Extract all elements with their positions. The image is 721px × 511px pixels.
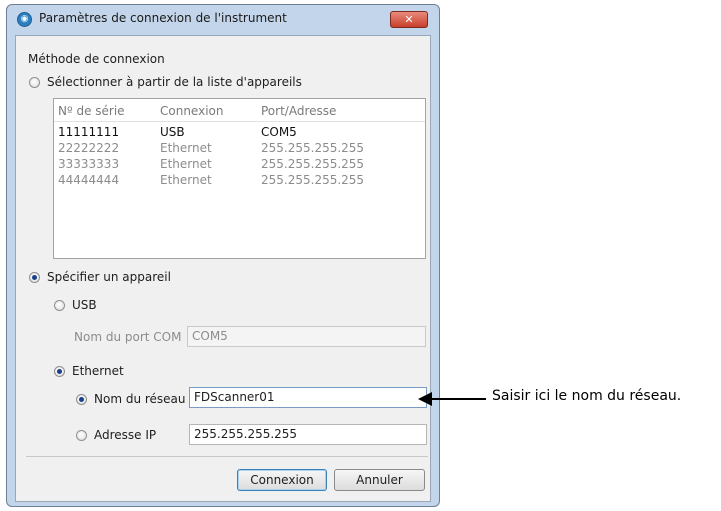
button-separator xyxy=(26,456,428,457)
cell-serial: 33333333 xyxy=(58,157,120,171)
usb-label[interactable]: USB xyxy=(72,298,97,312)
connection-method-heading: Méthode de connexion xyxy=(28,52,165,66)
arrow-left-icon xyxy=(418,392,432,406)
cell-connection: Ethernet xyxy=(160,141,212,155)
cell-serial: 22222222 xyxy=(58,141,120,155)
cell-address: 255.255.255.255 xyxy=(261,141,365,155)
header-divider xyxy=(54,121,425,122)
ip-address-radio[interactable] xyxy=(76,430,87,441)
column-header-connection[interactable]: Connexion xyxy=(160,104,224,118)
cell-connection: Ethernet xyxy=(160,173,212,187)
cell-serial: 44444444 xyxy=(58,173,120,187)
close-button[interactable]: ✕ xyxy=(390,11,428,28)
cell-address: 255.255.255.255 xyxy=(261,157,365,171)
column-header-address[interactable]: Port/Adresse xyxy=(261,104,336,118)
select-from-list-radio[interactable] xyxy=(29,77,40,88)
callout-text: Saisir ici le nom du réseau. xyxy=(492,388,682,404)
usb-radio[interactable] xyxy=(54,300,65,311)
cell-connection: Ethernet xyxy=(160,157,212,171)
close-icon: ✕ xyxy=(404,13,414,26)
table-row[interactable]: 44444444 Ethernet 255.255.255.255 xyxy=(54,172,425,188)
com-port-label: Nom du port COM xyxy=(74,330,182,344)
specify-device-label[interactable]: Spécifier un appareil xyxy=(47,270,171,284)
cell-address: 255.255.255.255 xyxy=(261,173,365,187)
cancel-button[interactable]: Annuler xyxy=(334,469,425,491)
network-name-radio[interactable] xyxy=(76,394,87,405)
specify-device-radio[interactable] xyxy=(29,272,40,283)
table-row[interactable]: 33333333 Ethernet 255.255.255.255 xyxy=(54,156,425,172)
cell-address: COM5 xyxy=(261,125,297,139)
table-row[interactable]: 11111111 USB COM5 xyxy=(54,124,425,140)
select-from-list-label[interactable]: Sélectionner à partir de la liste d'appa… xyxy=(47,75,302,89)
table-row[interactable]: 22222222 Ethernet 255.255.255.255 xyxy=(54,140,425,156)
network-name-field[interactable]: FDScanner01 xyxy=(189,387,427,408)
connect-button[interactable]: Connexion xyxy=(237,469,327,491)
title-bar: ◉ Paramètres de connexion de l'instrumen… xyxy=(7,5,439,33)
device-list[interactable]: Nº de série Connexion Port/Adresse 11111… xyxy=(53,98,426,259)
cell-serial: 11111111 xyxy=(58,125,120,139)
com-port-field[interactable]: COM5 xyxy=(187,326,426,347)
ethernet-radio[interactable] xyxy=(54,366,65,377)
instrument-app-icon: ◉ xyxy=(17,12,32,27)
ethernet-label[interactable]: Ethernet xyxy=(72,364,124,378)
ip-address-label[interactable]: Adresse IP xyxy=(94,428,156,442)
ip-address-field[interactable]: 255.255.255.255 xyxy=(189,424,427,445)
network-name-label[interactable]: Nom du réseau xyxy=(94,392,186,406)
cell-connection: USB xyxy=(160,125,185,139)
column-header-serial[interactable]: Nº de série xyxy=(58,104,125,118)
callout-arrow-line xyxy=(428,398,486,400)
window-title: Paramètres de connexion de l'instrument xyxy=(39,11,287,25)
